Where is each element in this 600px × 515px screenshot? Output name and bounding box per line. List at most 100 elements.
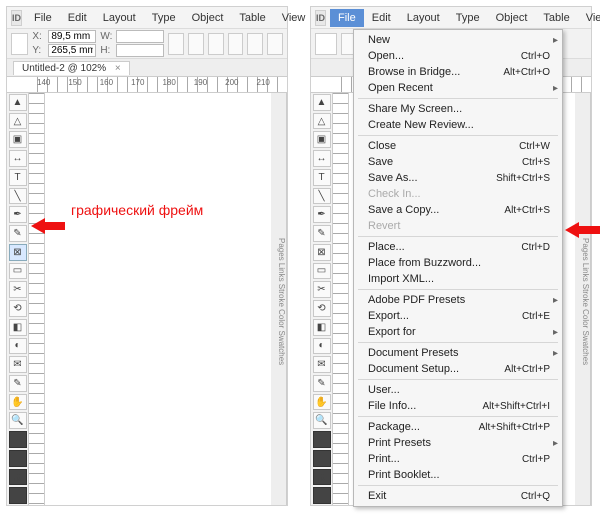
rectangle-tool[interactable]: ▭ xyxy=(9,263,27,280)
gradient-feather-tool[interactable]: ◐ xyxy=(9,338,27,355)
formatting-container[interactable]: ▦ xyxy=(313,469,331,486)
document-tab[interactable]: Untitled-2 @ 102% × xyxy=(13,61,130,75)
menu-table[interactable]: Table xyxy=(231,9,273,27)
menu-item-save-a-copy[interactable]: Save a Copy...Alt+Ctrl+S xyxy=(354,202,562,218)
menu-file[interactable]: File xyxy=(330,9,364,27)
scissors-tool[interactable]: ✂ xyxy=(313,281,331,298)
default-colors[interactable]: ◪ xyxy=(9,450,27,467)
note-tool[interactable]: ✉ xyxy=(313,356,331,373)
menu-item-package[interactable]: Package...Alt+Shift+Ctrl+P xyxy=(354,419,562,435)
canvas[interactable] xyxy=(45,93,271,505)
menu-item-place[interactable]: Place...Ctrl+D xyxy=(354,239,562,255)
type-tool[interactable]: T xyxy=(9,169,27,186)
eyedropper-tool[interactable]: ✎ xyxy=(313,375,331,392)
free-transform-tool[interactable]: ⟲ xyxy=(313,300,331,317)
rectangle-frame-tool[interactable]: ⊠ xyxy=(9,244,27,261)
menu-item-save[interactable]: SaveCtrl+S xyxy=(354,154,562,170)
shear-icon[interactable] xyxy=(228,33,244,55)
flip-v-icon[interactable] xyxy=(267,33,283,55)
scissors-tool[interactable]: ✂ xyxy=(9,281,27,298)
panel-dock[interactable]: Pages Links Stroke Color Swatches xyxy=(575,93,591,505)
reference-point-icon[interactable] xyxy=(11,33,28,55)
line-tool[interactable]: ╲ xyxy=(9,188,27,205)
menu-edit[interactable]: Edit xyxy=(364,9,399,27)
menu-item-save-as[interactable]: Save As...Shift+Ctrl+S xyxy=(354,170,562,186)
menu-type[interactable]: Type xyxy=(448,9,488,27)
gradient-swatch-tool[interactable]: ◧ xyxy=(313,319,331,336)
screen-mode[interactable]: ▢ xyxy=(313,487,331,504)
menu-item-adobe-pdf-presets[interactable]: Adobe PDF Presets xyxy=(354,292,562,308)
page-tool[interactable]: ▣ xyxy=(313,131,331,148)
tab-close-icon[interactable]: × xyxy=(115,63,121,74)
menu-item-print-booklet[interactable]: Print Booklet... xyxy=(354,467,562,483)
menu-item-close[interactable]: CloseCtrl+W xyxy=(354,138,562,154)
gap-tool[interactable]: ↔ xyxy=(9,150,27,167)
pencil-tool[interactable]: ✎ xyxy=(313,225,331,242)
menu-item-print[interactable]: Print...Ctrl+P xyxy=(354,451,562,467)
hand-tool[interactable]: ✋ xyxy=(9,394,27,411)
direct-selection-tool[interactable]: △ xyxy=(9,113,27,130)
reference-point-icon[interactable] xyxy=(315,33,337,55)
menu-item-print-presets[interactable]: Print Presets xyxy=(354,435,562,451)
page-tool[interactable]: ▣ xyxy=(9,131,27,148)
formatting-container[interactable]: ▦ xyxy=(9,469,27,486)
menu-item-export-for[interactable]: Export for xyxy=(354,324,562,340)
flip-h-icon[interactable] xyxy=(247,33,263,55)
fill-stroke[interactable]: ◩ xyxy=(9,431,27,448)
menu-edit[interactable]: Edit xyxy=(60,9,95,27)
hand-tool[interactable]: ✋ xyxy=(313,394,331,411)
type-tool[interactable]: T xyxy=(313,169,331,186)
menu-item-document-setup[interactable]: Document Setup...Alt+Ctrl+P xyxy=(354,361,562,377)
menu-item-document-presets[interactable]: Document Presets xyxy=(354,345,562,361)
panel-dock[interactable]: Pages Links Stroke Color Swatches xyxy=(271,93,287,505)
fill-stroke[interactable]: ◩ xyxy=(313,431,331,448)
scale-icon[interactable] xyxy=(188,33,204,55)
y-input[interactable] xyxy=(48,44,96,57)
menu-item-new[interactable]: New xyxy=(354,32,562,48)
direct-selection-tool[interactable]: △ xyxy=(313,113,331,130)
zoom-tool[interactable]: 🔍 xyxy=(9,412,27,429)
menu-table[interactable]: Table xyxy=(535,9,577,27)
screen-mode[interactable]: ▢ xyxy=(9,487,27,504)
menu-item-place-from-buzzword[interactable]: Place from Buzzword... xyxy=(354,255,562,271)
selection-tool[interactable]: ▲ xyxy=(313,94,331,111)
menu-item-open-recent[interactable]: Open Recent xyxy=(354,80,562,96)
pen-tool[interactable]: ✒ xyxy=(9,206,27,223)
menu-item-open[interactable]: Open...Ctrl+O xyxy=(354,48,562,64)
rotate-icon[interactable] xyxy=(208,33,224,55)
menu-item-exit[interactable]: ExitCtrl+Q xyxy=(354,488,562,504)
menu-item-export[interactable]: Export...Ctrl+E xyxy=(354,308,562,324)
menu-item-file-info[interactable]: File Info...Alt+Shift+Ctrl+I xyxy=(354,398,562,414)
menu-layout[interactable]: Layout xyxy=(399,9,448,27)
x-input[interactable] xyxy=(48,30,96,43)
rectangle-frame-tool[interactable]: ⊠ xyxy=(313,244,331,261)
menu-object[interactable]: Object xyxy=(488,9,536,27)
selection-tool[interactable]: ▲ xyxy=(9,94,27,111)
gradient-swatch-tool[interactable]: ◧ xyxy=(9,319,27,336)
menu-type[interactable]: Type xyxy=(144,9,184,27)
note-tool[interactable]: ✉ xyxy=(9,356,27,373)
w-input[interactable] xyxy=(116,30,164,43)
free-transform-tool[interactable]: ⟲ xyxy=(9,300,27,317)
pen-tool[interactable]: ✒ xyxy=(313,206,331,223)
gap-tool[interactable]: ↔ xyxy=(313,150,331,167)
menu-view[interactable]: View xyxy=(274,9,314,27)
menu-item-browse-in-bridge[interactable]: Browse in Bridge...Alt+Ctrl+O xyxy=(354,64,562,80)
menu-item-import-xml[interactable]: Import XML... xyxy=(354,271,562,287)
pencil-tool[interactable]: ✎ xyxy=(9,225,27,242)
eyedropper-tool[interactable]: ✎ xyxy=(9,375,27,392)
default-colors[interactable]: ◪ xyxy=(313,450,331,467)
menu-item-create-new-review[interactable]: Create New Review... xyxy=(354,117,562,133)
menu-layout[interactable]: Layout xyxy=(95,9,144,27)
rectangle-tool[interactable]: ▭ xyxy=(313,263,331,280)
zoom-tool[interactable]: 🔍 xyxy=(313,412,331,429)
gradient-feather-tool[interactable]: ◐ xyxy=(313,338,331,355)
menu-file[interactable]: File xyxy=(26,9,60,27)
line-tool[interactable]: ╲ xyxy=(313,188,331,205)
menu-item-user[interactable]: User... xyxy=(354,382,562,398)
h-input[interactable] xyxy=(116,44,164,57)
constrain-icon[interactable] xyxy=(168,33,184,55)
menu-object[interactable]: Object xyxy=(184,9,232,27)
menu-item-share-my-screen[interactable]: Share My Screen... xyxy=(354,101,562,117)
menu-view[interactable]: View xyxy=(578,9,600,27)
